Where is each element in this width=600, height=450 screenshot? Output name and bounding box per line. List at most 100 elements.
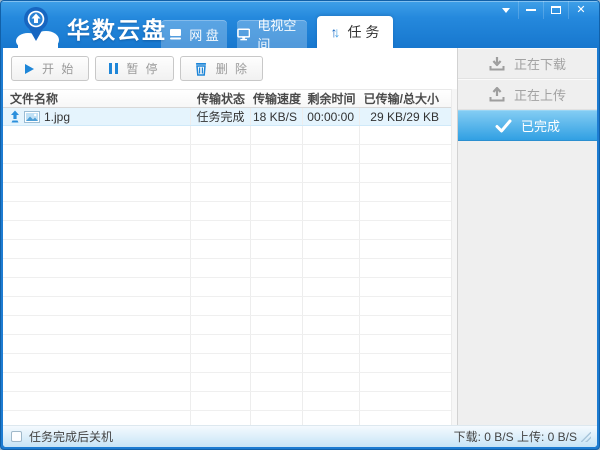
minimize-button[interactable]: [518, 1, 543, 19]
sidebar-item-completed-label: 已完成: [521, 116, 560, 135]
empty-cell: [251, 183, 303, 201]
empty-cell: [191, 164, 251, 182]
empty-cell: [303, 164, 360, 182]
sidebar-item-uploading[interactable]: 正在上传: [458, 79, 597, 110]
window-controls: ✕: [493, 1, 593, 19]
tab-tv-space[interactable]: 电视空间: [237, 20, 307, 48]
table-row-empty: [3, 164, 451, 183]
empty-cell: [360, 221, 451, 239]
empty-cell: [3, 221, 191, 239]
start-button[interactable]: 开 始: [11, 56, 89, 81]
empty-cell: [191, 259, 251, 277]
column-header-status[interactable]: 传输状态: [191, 90, 251, 107]
empty-cell: [251, 335, 303, 353]
empty-cell: [191, 126, 251, 144]
task-file-name: 1.jpg: [44, 110, 70, 124]
pause-button[interactable]: 暂 停: [95, 56, 173, 81]
empty-cell: [3, 392, 191, 410]
image-file-icon: [24, 111, 40, 123]
title-bar[interactable]: 华数云盘 网 盘 电视空间 ↑↓ 任 务 ✕: [1, 1, 599, 48]
close-button[interactable]: ✕: [568, 1, 593, 19]
sidebar-item-uploading-label: 正在上传: [514, 85, 566, 104]
empty-cell: [251, 202, 303, 220]
maximize-icon: [551, 6, 561, 14]
shutdown-checkbox[interactable]: [11, 431, 22, 442]
empty-cell: [303, 316, 360, 334]
table-row-empty: [3, 278, 451, 297]
table-row-empty: [3, 392, 451, 411]
start-button-label: 开 始: [42, 60, 75, 77]
table-row-empty: [3, 183, 451, 202]
table-row-empty: [3, 126, 451, 145]
task-status: 任务完成: [191, 108, 251, 125]
transfer-icon: ↑↓: [331, 24, 341, 40]
table-row-empty: [3, 373, 451, 392]
empty-cell: [251, 297, 303, 315]
empty-cell: [360, 392, 451, 410]
task-table: 文件名称 传输状态 传输速度 剩余时间 已传输/总大小: [3, 89, 451, 425]
table-row-empty: [3, 240, 451, 259]
empty-cell: [191, 221, 251, 239]
empty-cell: [3, 259, 191, 277]
table-row-task[interactable]: 1.jpg 任务完成 18 KB/S 00:00:00 29 KB/29 KB: [3, 108, 451, 126]
empty-cell: [360, 145, 451, 163]
column-header-filename[interactable]: 文件名称: [3, 90, 191, 107]
empty-cell: [303, 221, 360, 239]
empty-cell: [191, 335, 251, 353]
empty-cell: [303, 240, 360, 258]
empty-cell: [360, 335, 451, 353]
empty-cell: [191, 278, 251, 296]
table-body-empty: [3, 126, 451, 425]
column-header-size[interactable]: 已传输/总大小: [360, 90, 451, 107]
empty-cell: [251, 316, 303, 334]
empty-cell: [303, 126, 360, 144]
table-row-empty: [3, 411, 451, 425]
sidebar-item-completed[interactable]: 已完成: [458, 110, 597, 141]
empty-cell: [251, 278, 303, 296]
empty-cell: [3, 183, 191, 201]
table-row-empty: [3, 259, 451, 278]
empty-cell: [3, 240, 191, 258]
empty-cell: [3, 373, 191, 391]
empty-cell: [191, 297, 251, 315]
empty-cell: [3, 316, 191, 334]
table-row-empty: [3, 145, 451, 164]
empty-cell: [3, 145, 191, 163]
column-header-speed[interactable]: 传输速度: [251, 90, 303, 107]
empty-cell: [303, 411, 360, 425]
play-icon: [25, 64, 34, 74]
tab-netdisk[interactable]: 网 盘: [161, 20, 227, 48]
empty-cell: [360, 240, 451, 258]
close-icon: ✕: [576, 5, 585, 16]
empty-cell: [360, 373, 451, 391]
resize-grip[interactable]: [581, 432, 591, 442]
empty-cell: [191, 373, 251, 391]
empty-cell: [251, 240, 303, 258]
tab-tasks[interactable]: ↑↓ 任 务: [317, 16, 393, 48]
task-file-cell: 1.jpg: [3, 108, 191, 125]
menu-button[interactable]: [493, 1, 518, 19]
empty-cell: [251, 145, 303, 163]
empty-cell: [360, 126, 451, 144]
menu-arrow-icon: [502, 8, 510, 17]
table-row-empty: [3, 297, 451, 316]
table-row-empty: [3, 221, 451, 240]
download-icon: [489, 56, 505, 71]
empty-cell: [303, 297, 360, 315]
maximize-button[interactable]: [543, 1, 568, 19]
empty-cell: [303, 278, 360, 296]
empty-cell: [360, 164, 451, 182]
empty-cell: [251, 126, 303, 144]
empty-cell: [360, 259, 451, 277]
delete-button[interactable]: 删 除: [180, 56, 263, 81]
status-bar: 任务完成后关机 下载: 0 B/S 上传: 0 B/S: [3, 425, 597, 447]
sidebar-item-downloading[interactable]: 正在下载: [458, 48, 597, 79]
empty-cell: [3, 278, 191, 296]
empty-cell: [191, 411, 251, 425]
column-header-remaining[interactable]: 剩余时间: [303, 90, 360, 107]
task-toolbar: 开 始 暂 停 删 除: [3, 48, 457, 89]
empty-cell: [251, 259, 303, 277]
table-header[interactable]: 文件名称 传输状态 传输速度 剩余时间 已传输/总大小: [3, 89, 451, 108]
empty-cell: [251, 373, 303, 391]
transfer-speeds-status: 下载: 0 B/S 上传: 0 B/S: [454, 428, 577, 445]
